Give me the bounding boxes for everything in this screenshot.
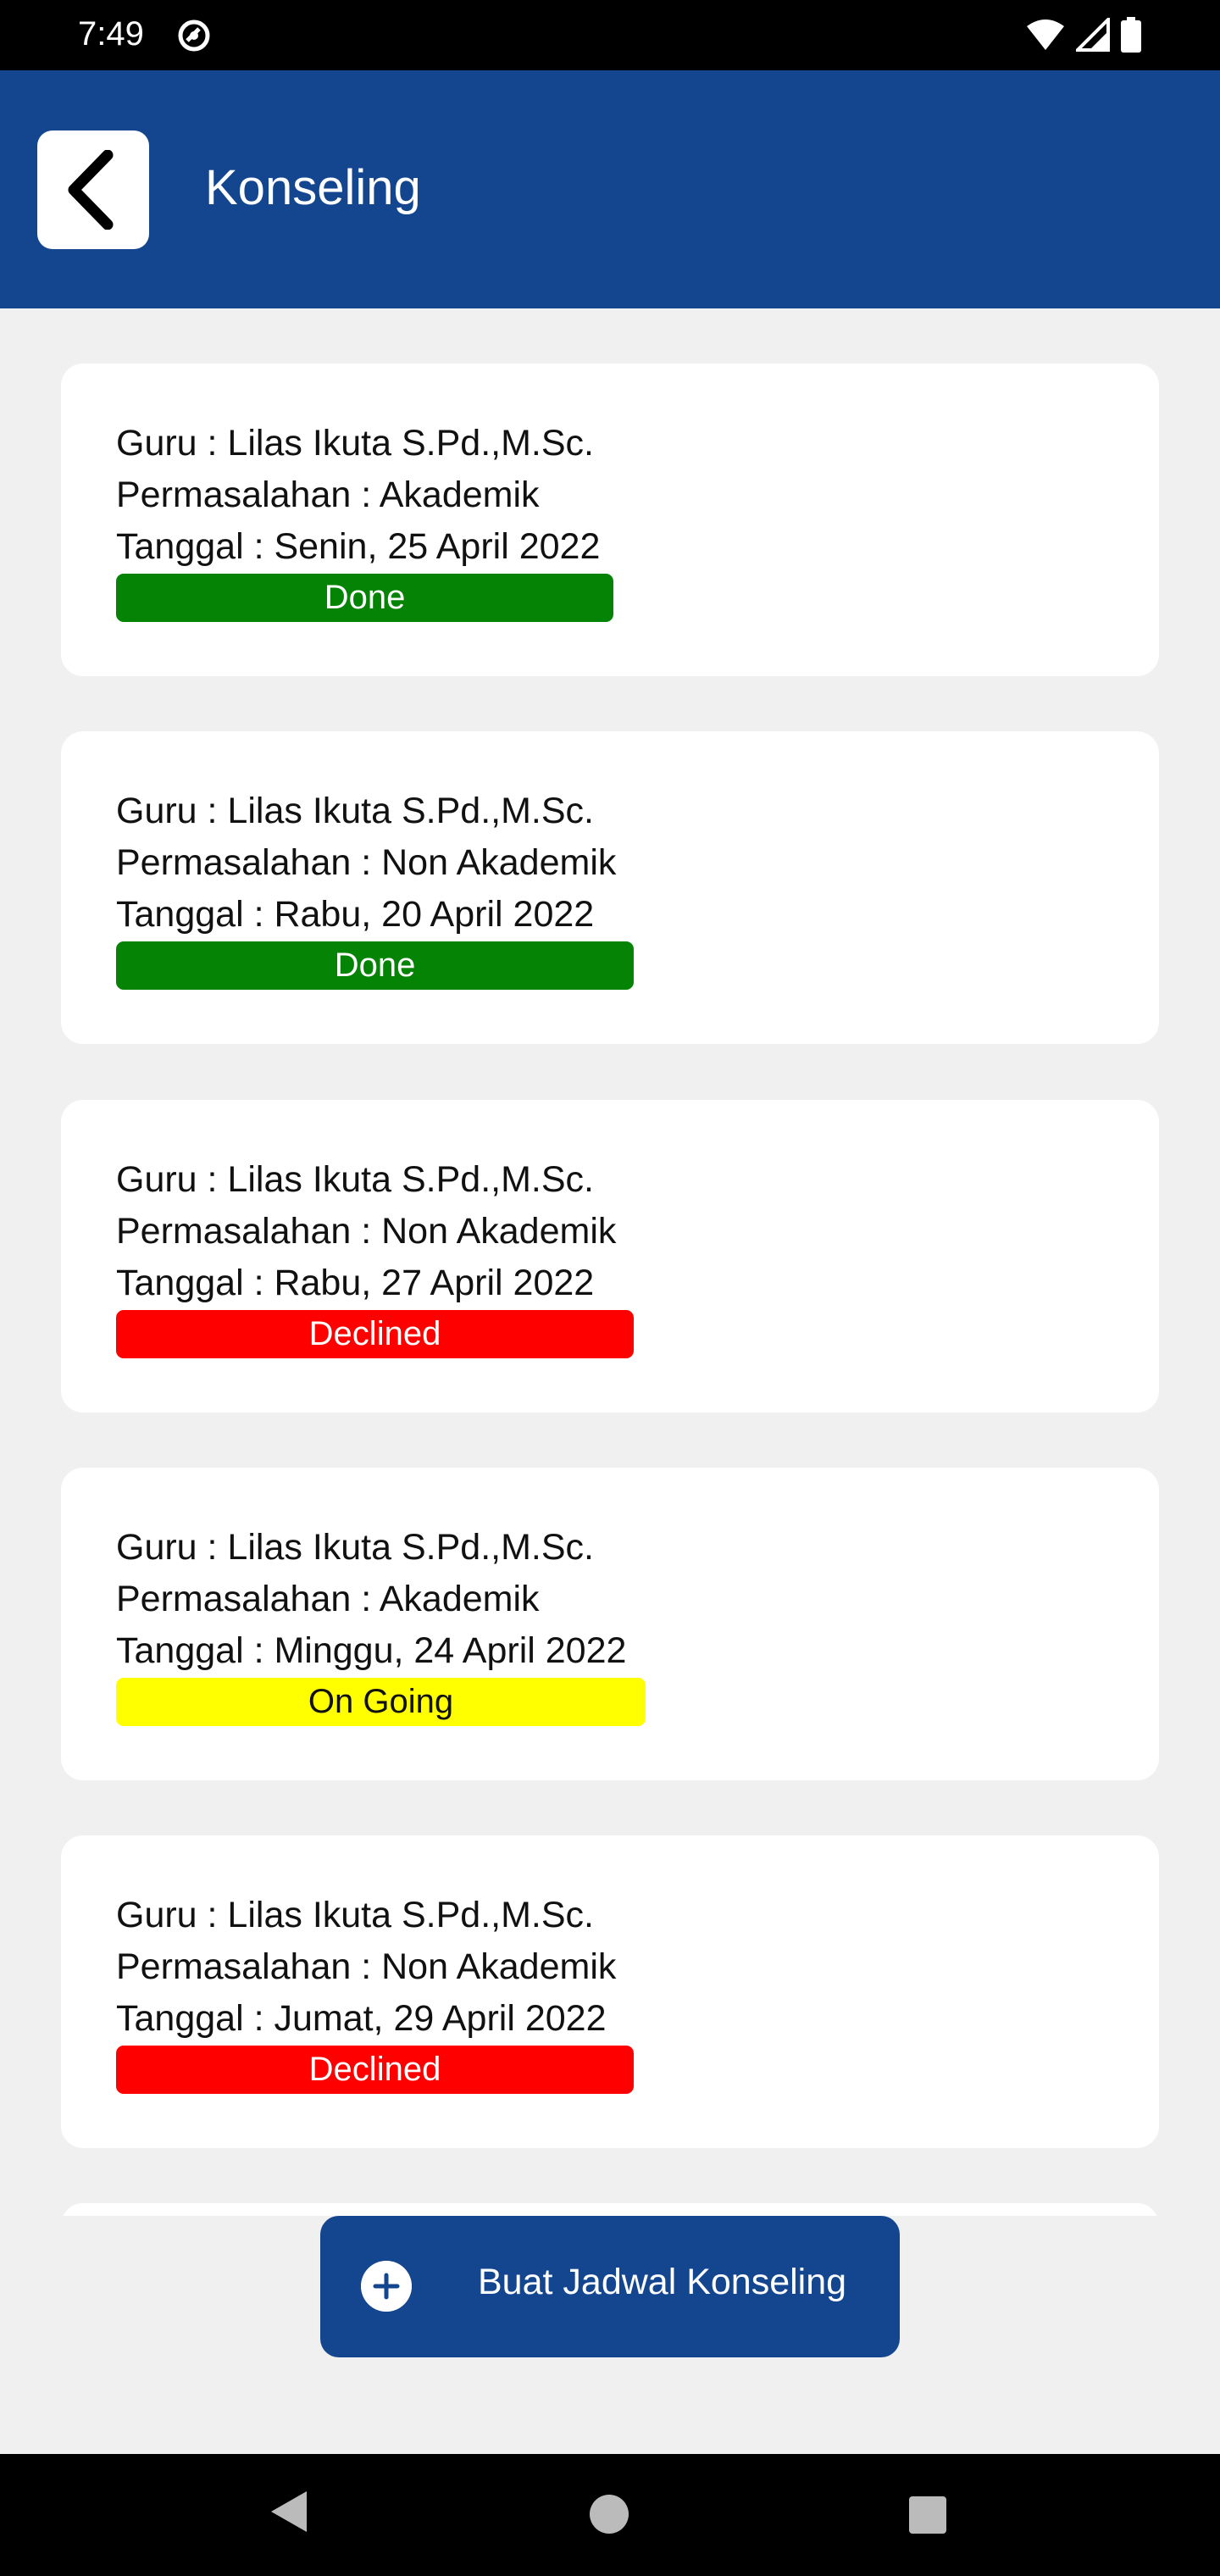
status-badge: Done: [116, 574, 613, 622]
problem-text: Permasalahan : Akademik: [116, 1579, 540, 1619]
chevron-left-icon: [68, 150, 114, 230]
status-badge: Declined: [116, 1310, 634, 1358]
problem-text: Permasalahan : Non Akademik: [116, 842, 617, 883]
counseling-list[interactable]: Guru : Lilas Ikuta S.Pd.,M.Sc. Permasala…: [0, 308, 1220, 2216]
status-bar: 7:49: [0, 0, 1220, 70]
problem-text: Permasalahan : Non Akademik: [116, 1946, 617, 1987]
nav-recents-icon[interactable]: [909, 2496, 946, 2534]
date-text: Tanggal : Jumat, 29 April 2022: [116, 1998, 607, 2039]
status-badge: Done: [116, 941, 634, 990]
nav-back-icon[interactable]: [268, 2488, 310, 2535]
status-badge: Declined: [116, 2046, 634, 2094]
teacher-text: Guru : Lilas Ikuta S.Pd.,M.Sc.: [116, 423, 594, 464]
sync-icon: [178, 19, 210, 52]
plus-circle-icon: [361, 2261, 412, 2312]
create-schedule-label: Buat Jadwal Konseling: [478, 2262, 847, 2302]
teacher-text: Guru : Lilas Ikuta S.Pd.,M.Sc.: [116, 1527, 594, 1568]
counseling-card[interactable]: Guru : Lilas Ikuta S.Pd.,M.Sc. Permasala…: [61, 1835, 1159, 2148]
counseling-card[interactable]: Guru : Lilas Ikuta S.Pd.,M.Sc. Permasala…: [61, 1100, 1159, 1413]
status-time: 7:49: [78, 15, 144, 53]
nav-home-icon[interactable]: [590, 2495, 629, 2534]
navigation-bar: [0, 2454, 1220, 2576]
page-title: Konseling: [205, 160, 421, 215]
back-button[interactable]: [37, 130, 149, 249]
teacher-text: Guru : Lilas Ikuta S.Pd.,M.Sc.: [116, 1159, 594, 1200]
create-schedule-button[interactable]: Buat Jadwal Konseling: [320, 2216, 900, 2357]
wifi-icon: [1027, 19, 1064, 50]
signal-icon: [1076, 18, 1110, 52]
app-bar: Konseling: [0, 70, 1220, 308]
problem-text: Permasalahan : Non Akademik: [116, 1211, 617, 1252]
teacher-text: Guru : Lilas Ikuta S.Pd.,M.Sc.: [116, 791, 594, 831]
counseling-card[interactable]: Guru : Lilas Ikuta S.Pd.,M.Sc. Permasala…: [61, 1468, 1159, 1780]
status-icons: [1025, 17, 1142, 53]
status-badge: On Going: [116, 1678, 646, 1726]
date-text: Tanggal : Minggu, 24 April 2022: [116, 1630, 627, 1671]
counseling-card-partial[interactable]: [61, 2203, 1159, 2216]
teacher-text: Guru : Lilas Ikuta S.Pd.,M.Sc.: [116, 1895, 594, 1935]
date-text: Tanggal : Senin, 25 April 2022: [116, 526, 601, 567]
date-text: Tanggal : Rabu, 27 April 2022: [116, 1263, 595, 1303]
battery-icon: [1121, 17, 1141, 53]
counseling-card[interactable]: Guru : Lilas Ikuta S.Pd.,M.Sc. Permasala…: [61, 731, 1159, 1044]
date-text: Tanggal : Rabu, 20 April 2022: [116, 894, 595, 935]
counseling-card[interactable]: Guru : Lilas Ikuta S.Pd.,M.Sc. Permasala…: [61, 364, 1159, 676]
problem-text: Permasalahan : Akademik: [116, 475, 540, 515]
